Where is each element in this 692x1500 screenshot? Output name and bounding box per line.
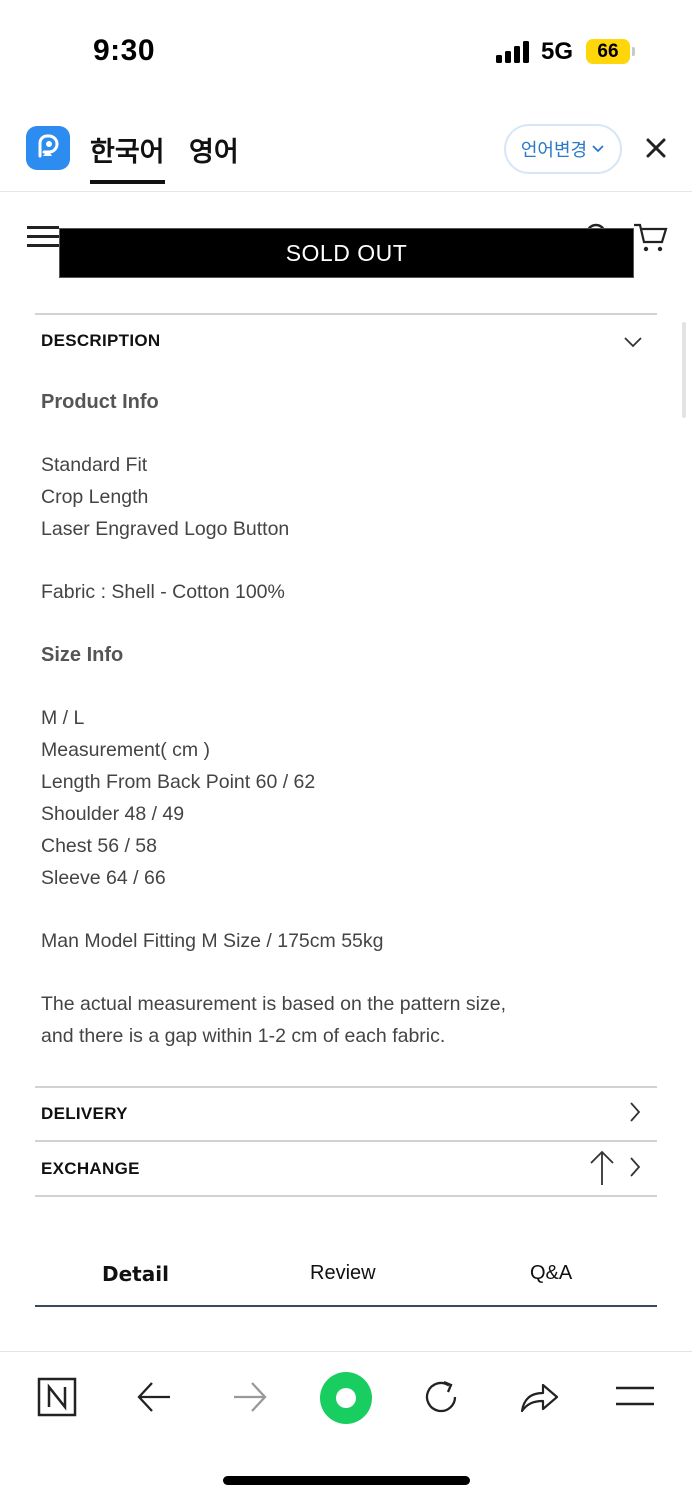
menu-icon[interactable]: [27, 226, 59, 248]
size-line: M / L: [41, 707, 85, 729]
feature-line: Laser Engraved Logo Button: [41, 518, 290, 540]
description-body: Product Info Standard Fit Crop Length La…: [41, 386, 601, 1052]
feature-line: Standard Fit: [41, 454, 148, 476]
status-bar: 9:30 5G 66: [0, 0, 692, 100]
divider: [35, 1086, 657, 1088]
feature-line: Crop Length: [41, 486, 149, 508]
green-dot-icon[interactable]: [320, 1372, 372, 1424]
size-info-title: Size Info: [41, 644, 124, 666]
status-time: 9:30: [93, 34, 156, 67]
note-line: The actual measurement is based on the p…: [41, 993, 507, 1015]
size-line: Chest 56 / 58: [41, 835, 157, 857]
translate-bar: 한국어 영어 언어변경: [0, 100, 692, 192]
naver-icon[interactable]: [37, 1377, 77, 1417]
forward-arrow-icon[interactable]: [232, 1380, 268, 1414]
tab-english[interactable]: 영어: [189, 130, 239, 169]
menu-icon[interactable]: [614, 1385, 656, 1407]
divider: [35, 1195, 657, 1197]
tab-review[interactable]: Review: [310, 1262, 376, 1285]
site-header: SOLD OUT: [0, 192, 692, 292]
size-line: Sleeve 64 / 66: [41, 867, 166, 889]
share-icon[interactable]: [518, 1380, 560, 1414]
home-indicator: [223, 1476, 470, 1485]
size-line: Shoulder 48 / 49: [41, 803, 185, 825]
product-info-title: Product Info: [41, 391, 159, 413]
refresh-icon[interactable]: [422, 1378, 460, 1416]
chevron-right-icon[interactable]: [628, 1101, 642, 1123]
description-header[interactable]: DESCRIPTION: [41, 331, 160, 351]
size-line: Length From Back Point 60 / 62: [41, 771, 316, 793]
close-icon[interactable]: [642, 134, 670, 162]
chevron-down-icon: [592, 145, 604, 153]
sold-out-banner: SOLD OUT: [59, 228, 634, 278]
cart-icon[interactable]: [632, 222, 668, 254]
exchange-header[interactable]: EXCHANGE: [41, 1159, 140, 1179]
note-line: and there is a gap within 1-2 cm of each…: [41, 1025, 446, 1047]
battery-icon: 66: [586, 39, 630, 64]
fabric-line: Fabric : Shell - Cotton 100%: [41, 581, 285, 603]
chevron-down-icon[interactable]: [623, 335, 643, 349]
model-fitting-line: Man Model Fitting M Size / 175cm 55kg: [41, 930, 384, 952]
tab-korean[interactable]: 한국어: [90, 130, 165, 184]
divider: [35, 1140, 657, 1142]
tab-underline: [35, 1305, 657, 1307]
signal-icon: [496, 41, 532, 63]
battery-cap: [632, 47, 635, 56]
tab-detail[interactable]: Detail: [102, 1262, 169, 1286]
network-label: 5G: [541, 38, 574, 65]
scrollbar[interactable]: [682, 322, 686, 418]
divider: [35, 313, 657, 315]
papago-logo-icon[interactable]: [26, 126, 70, 170]
delivery-header[interactable]: DELIVERY: [41, 1104, 128, 1124]
back-arrow-icon[interactable]: [136, 1380, 172, 1414]
change-language-label: 언어변경: [520, 140, 588, 161]
chevron-right-icon[interactable]: [628, 1156, 642, 1178]
scroll-top-icon[interactable]: [589, 1149, 615, 1187]
tab-qa[interactable]: Q&A: [530, 1262, 572, 1285]
size-line: Measurement( cm ): [41, 739, 211, 761]
change-language-button[interactable]: 언어변경: [504, 124, 622, 174]
